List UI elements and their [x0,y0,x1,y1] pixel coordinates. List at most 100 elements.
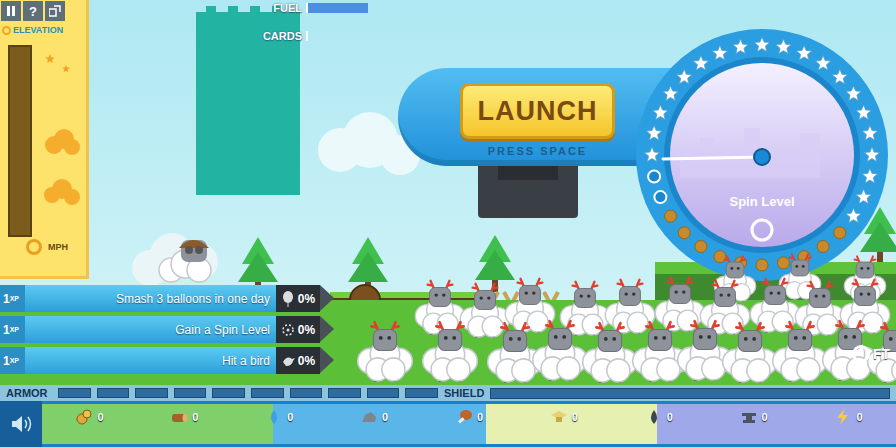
cap-icon [550,408,568,426]
quest-row[interactable]: 1XP Hit a bird 0% [0,347,334,374]
star-icon [846,208,861,223]
anvil-icon [740,408,758,426]
elevation-icon [2,26,11,35]
locked-dot [714,251,726,263]
sheep [795,282,844,336]
collectible-count: 0 [97,411,103,423]
sound-button[interactable] [0,401,42,447]
star-icon [663,86,678,101]
locked-dot [834,227,846,239]
drop-icon [265,408,283,426]
collectible: 0 [834,408,862,426]
sheep [840,280,889,334]
collectible-count: 0 [856,411,862,423]
collectible: 0 [550,408,578,426]
star-icon [693,56,708,71]
collectible: 0 [170,408,198,426]
fullscreen-button[interactable] [45,1,65,21]
star-icon [644,147,659,162]
locked-dot [817,240,829,252]
sheep [723,323,778,383]
distance-readout: FT [852,345,890,363]
pause-button[interactable] [1,1,21,21]
distance-icon [852,345,870,363]
cards-bar [306,31,606,41]
quest-xp: 1XP [0,316,25,343]
pause-icon [6,6,16,16]
ground [0,300,896,385]
star-icon [856,105,871,120]
spin-marker [648,170,660,182]
log-icon [170,408,188,426]
speed-icon [26,239,42,255]
armor-segment [135,388,168,398]
bolt-icon [834,408,852,426]
oil-icon [645,408,663,426]
fullscreen-icon [49,5,61,17]
shield-meter [490,388,890,399]
sheep [423,322,478,382]
distance-unit: FT [873,346,890,362]
sheep [533,321,588,381]
star-icon [816,56,831,71]
player-cloud [132,233,218,286]
elevation-meter [8,45,32,237]
star-icon [797,45,812,59]
game-screen: LAUNCH PRESS SPACE Spin Level ? ELEVATIO… [0,0,896,447]
quest-text: Hit a bird [25,347,276,374]
collectible-count: 0 [477,411,483,423]
star-icon [733,39,748,54]
launch-hint: PRESS SPACE [460,145,615,157]
shield-label: SHIELD [438,387,490,399]
star-icon [653,105,668,120]
spin-ring-icon [752,220,772,240]
sheep [358,322,413,382]
locked-dot [777,257,789,269]
quest-row[interactable]: 1XP Smash 3 balloons in one day 0% [0,285,334,312]
collectible: 0 [75,408,103,426]
scene: LAUNCH PRESS SPACE Spin Level ? ELEVATIO… [0,0,896,385]
collectibles-bar: 0 0 0 0 0 0 0 0 0 [0,401,896,447]
quest-text: Gain a Spin Level [25,316,276,343]
speed-unit: MPH [48,242,68,252]
armor-segment [97,388,130,398]
collectible-count: 0 [762,411,768,423]
sheep [583,323,638,383]
sheep [750,279,799,333]
spin-dial: Spin Level [635,28,889,282]
spin-marker [654,191,666,203]
star-icon [864,147,879,162]
quest-list: 1XP Smash 3 balloons in one day 0% 1XP G… [0,285,334,374]
help-button[interactable]: ? [23,1,43,21]
player-sheep[interactable] [159,240,211,282]
bird-icon [281,353,295,369]
dial-knob [754,149,770,165]
spin-level-label: Spin Level [729,194,794,209]
locked-dot [665,210,677,222]
fuel-bar [306,3,606,13]
quest-row[interactable]: 1XP Gain a Spin Level 0% [0,316,334,343]
star-icon [862,169,877,183]
collectible-count: 0 [572,411,578,423]
armor-shield-bar: ARMOR SHIELD [0,385,896,401]
star-icon [846,86,861,101]
collectible-count: 0 [287,411,293,423]
launch-button[interactable]: LAUNCH [460,83,615,139]
speed-readout: MPH [0,237,86,255]
sheep [678,321,733,381]
resource-gauges: FUEL CARDS [226,2,606,42]
coins-icon [75,408,93,426]
sheep [460,284,509,338]
locked-dot [756,259,768,271]
star-icon [712,45,727,59]
meat-icon [455,408,473,426]
armor-segment [58,388,91,398]
elevation-panel: ? ELEVATION MPH [0,0,89,279]
quest-xp: 1XP [0,285,25,312]
sky-decor [36,45,84,235]
armor-segment [251,388,284,398]
quest-xp: 1XP [0,347,25,374]
star-icon [862,126,877,141]
sheep [633,322,688,382]
quest-progress: 0% [276,285,320,312]
